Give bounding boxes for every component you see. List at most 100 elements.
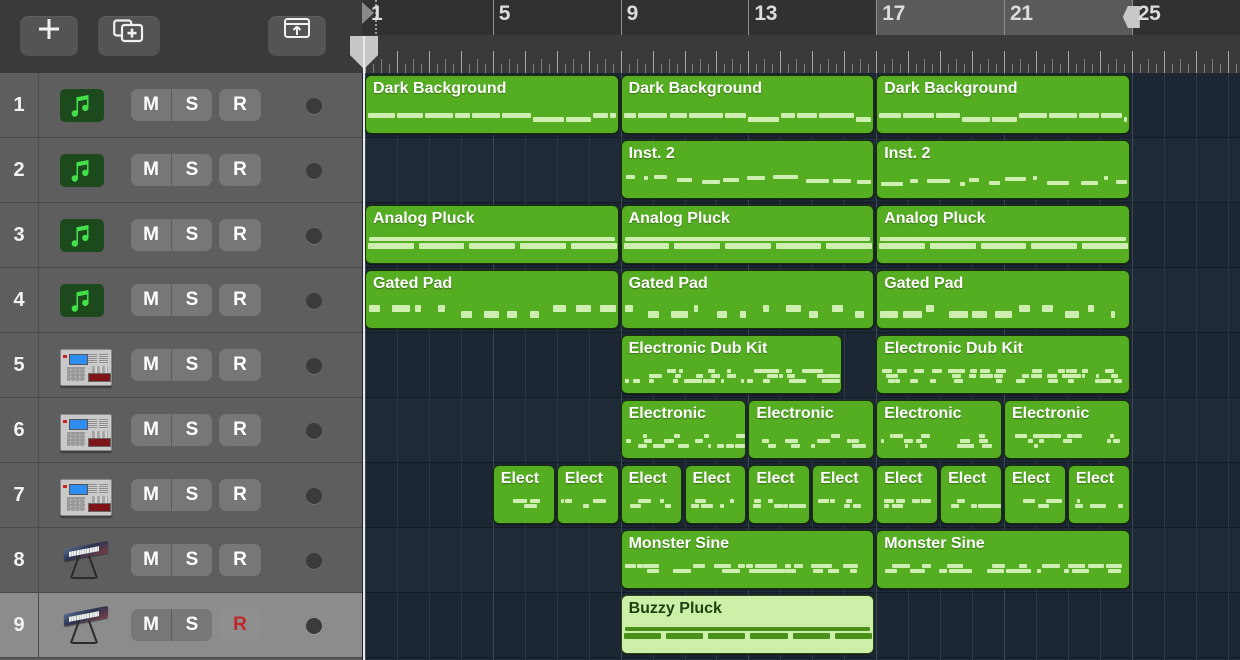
beat-tick (381, 59, 382, 73)
mute-button[interactable]: M (131, 544, 171, 576)
region[interactable]: Dark Background (876, 75, 1130, 134)
region[interactable]: Dark Background (621, 75, 875, 134)
mute-button[interactable]: M (131, 154, 171, 186)
region-note-content (877, 497, 937, 519)
music-note-icon (67, 222, 97, 249)
beat-tick (1188, 64, 1189, 73)
region-name: Gated Pad (629, 275, 708, 293)
track-header-4[interactable]: 4 M S R (0, 268, 362, 333)
region[interactable]: Elect (940, 465, 1002, 524)
solo-button[interactable]: S (171, 219, 212, 251)
region[interactable]: Elect (493, 465, 555, 524)
mute-button[interactable]: M (131, 479, 171, 511)
beat-tick (748, 51, 749, 73)
region[interactable]: Monster Sine (876, 530, 1130, 589)
region[interactable]: Elect (748, 465, 810, 524)
region[interactable]: Elect (1004, 465, 1066, 524)
region[interactable]: Electronic Dub Kit (876, 335, 1130, 394)
mute-button[interactable]: M (131, 89, 171, 121)
track-instrument-icon[interactable] (60, 609, 112, 642)
solo-button[interactable]: S (171, 414, 212, 446)
duplicate-track-button[interactable] (98, 16, 160, 56)
region[interactable]: Elect (1068, 465, 1130, 524)
mute-button[interactable]: M (131, 284, 171, 316)
add-track-button[interactable] (20, 16, 78, 56)
track-header-5[interactable]: 5 M S R (0, 333, 362, 398)
mute-button[interactable]: M (131, 414, 171, 446)
bar-ruler[interactable]: 15913172125 (362, 0, 1240, 35)
track-instrument-icon[interactable] (60, 154, 112, 187)
region[interactable]: Monster Sine (621, 530, 875, 589)
region-name: Elect (693, 470, 731, 488)
beat-tick (685, 51, 686, 73)
track-instrument-icon[interactable] (60, 219, 112, 252)
track-instrument-icon[interactable] (60, 479, 112, 512)
show-editor-button[interactable] (268, 16, 326, 56)
track-header-9[interactable]: 9 M S R (0, 593, 362, 658)
track-header-2[interactable]: 2 M S R (0, 138, 362, 203)
track-header-1[interactable]: 1 M S R (0, 73, 362, 138)
record-enable-button[interactable]: R (219, 479, 261, 511)
record-enable-button[interactable]: R (219, 349, 261, 381)
region-note-content (749, 432, 873, 454)
solo-button[interactable]: S (171, 89, 212, 121)
ruler-bar-line (748, 0, 749, 35)
beat-tick (940, 51, 941, 73)
beat-tick (780, 51, 781, 73)
track-header-7[interactable]: 7 M S R (0, 463, 362, 528)
track-instrument-icon[interactable] (60, 284, 112, 317)
mute-button[interactable]: M (131, 609, 171, 641)
record-enable-button[interactable]: R (219, 89, 261, 121)
mute-button[interactable]: M (131, 349, 171, 381)
record-enable-button[interactable]: R (219, 219, 261, 251)
track-header-8[interactable]: 8 M S R (0, 528, 362, 593)
ruler-bar-label: 9 (627, 2, 638, 26)
track-instrument-icon[interactable] (60, 89, 112, 122)
region[interactable]: Electronic (748, 400, 874, 459)
track-level-indicator (306, 423, 322, 439)
region[interactable]: Elect (812, 465, 874, 524)
region[interactable]: Gated Pad (876, 270, 1130, 329)
solo-button[interactable]: S (171, 154, 212, 186)
region[interactable]: Electronic (1004, 400, 1130, 459)
beat-tick (900, 64, 901, 73)
grid-bar-line (493, 73, 494, 660)
record-enable-button[interactable]: R (219, 609, 261, 641)
solo-button[interactable]: S (171, 544, 212, 576)
region[interactable]: Elect (621, 465, 683, 524)
record-enable-button[interactable]: R (219, 544, 261, 576)
track-instrument-icon[interactable] (60, 414, 112, 447)
region[interactable]: Elect (685, 465, 747, 524)
region[interactable]: Analog Pluck (365, 205, 619, 264)
arrange-canvas[interactable]: Dark BackgroundDark BackgroundDark Backg… (362, 73, 1240, 660)
region[interactable]: Electronic (621, 400, 747, 459)
track-header-3[interactable]: 3 M S R (0, 203, 362, 268)
region[interactable]: Analog Pluck (876, 205, 1130, 264)
region[interactable]: Electronic (876, 400, 1002, 459)
track-header-6[interactable]: 6 M S R (0, 398, 362, 463)
beat-tick (1020, 59, 1021, 73)
record-enable-button[interactable]: R (219, 284, 261, 316)
region[interactable]: Elect (876, 465, 938, 524)
solo-button[interactable]: S (171, 284, 212, 316)
region[interactable]: Inst. 2 (621, 140, 875, 199)
region[interactable]: Buzzy Pluck (621, 595, 875, 654)
solo-button[interactable]: S (171, 349, 212, 381)
region[interactable]: Dark Background (365, 75, 619, 134)
mute-button[interactable]: M (131, 219, 171, 251)
solo-button[interactable]: S (171, 609, 212, 641)
region[interactable]: Inst. 2 (876, 140, 1130, 199)
region[interactable]: Gated Pad (621, 270, 875, 329)
track-level-indicator (306, 98, 322, 114)
record-enable-button[interactable]: R (219, 414, 261, 446)
region[interactable]: Analog Pluck (621, 205, 875, 264)
solo-button[interactable]: S (171, 479, 212, 511)
region[interactable]: Gated Pad (365, 270, 619, 329)
track-instrument-icon[interactable] (60, 349, 112, 382)
beat-tick (1036, 51, 1037, 73)
track-instrument-icon[interactable] (60, 544, 112, 577)
record-enable-button[interactable]: R (219, 154, 261, 186)
region[interactable]: Electronic Dub Kit (621, 335, 843, 394)
beat-tick-strip[interactable] (362, 35, 1240, 74)
region[interactable]: Elect (557, 465, 619, 524)
